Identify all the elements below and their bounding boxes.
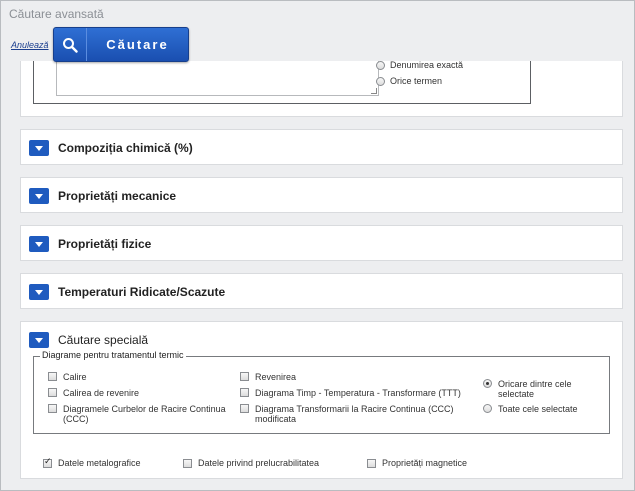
checkbox-control[interactable]	[183, 458, 192, 468]
page-title: Căutare avansată	[9, 7, 104, 21]
search-button[interactable]: Căutare	[53, 27, 189, 62]
expand-physical-properties-button[interactable]	[29, 236, 49, 252]
radio-any-term-control[interactable]	[376, 76, 385, 86]
expand-temperatures-button[interactable]	[29, 284, 49, 300]
checkbox-machinability[interactable]: Datele privind prelucrabilitatea	[183, 458, 319, 468]
checkbox-control[interactable]	[48, 388, 57, 397]
checkbox-hardening[interactable]: Calire	[48, 372, 87, 382]
checkbox-label: Diagramele Curbelor de Racire Continua (…	[63, 404, 226, 424]
radio-exact-name-control[interactable]	[376, 60, 385, 70]
checkbox-label: Calire	[63, 372, 87, 382]
resize-grip[interactable]	[371, 88, 377, 94]
checkbox-hardening-tempering[interactable]: Calirea de revenire	[48, 388, 139, 398]
checkbox-control[interactable]	[43, 457, 52, 468]
checkbox-control[interactable]	[240, 388, 249, 397]
checkbox-modified-ccc[interactable]: Diagrama Transformarii la Racire Continu…	[240, 404, 480, 424]
chevron-down-icon	[35, 145, 43, 151]
checkbox-label: Calirea de revenire	[63, 388, 140, 398]
radio-any-term-label: Orice termen	[390, 76, 443, 86]
expand-chemical-composition-button[interactable]	[29, 140, 49, 156]
chevron-down-icon	[35, 193, 43, 199]
checkbox-magnetic[interactable]: Proprietăți magnetice	[367, 458, 467, 468]
radio-control[interactable]	[483, 404, 492, 413]
radio-all-selected[interactable]: Toate cele selectate	[483, 404, 603, 414]
checkbox-ttt-diagram[interactable]: Diagrama Timp - Temperatura - Transforma…	[240, 388, 461, 398]
accordion-mechanical-properties: Proprietăți mecanice	[20, 177, 623, 213]
accordion-chemical-composition: Compoziția chimică (%)	[20, 129, 623, 165]
checkbox-label: Proprietăți magnetice	[382, 458, 468, 468]
checkbox-ccc-curves[interactable]: Diagramele Curbelor de Racire Continua (…	[48, 404, 228, 424]
search-icon	[54, 28, 87, 61]
radio-label: Toate cele selectate	[498, 404, 578, 414]
radio-any-selected[interactable]: Oricare dintre cele selectate	[483, 379, 603, 399]
special-search-title: Căutare specială	[58, 333, 149, 347]
expand-mechanical-properties-button[interactable]	[29, 188, 49, 204]
accordion-title: Compoziția chimică (%)	[58, 141, 193, 155]
search-button-label: Căutare	[106, 37, 169, 52]
accordion-temperatures: Temperaturi Ridicate/Scazute	[20, 273, 623, 309]
checkbox-control[interactable]	[367, 458, 376, 468]
checkbox-label: Datele privind prelucrabilitatea	[198, 458, 320, 468]
expand-special-search-button[interactable]	[29, 332, 49, 348]
checkbox-control[interactable]	[48, 372, 57, 381]
cancel-link[interactable]: Anulează	[11, 40, 49, 50]
checkbox-control[interactable]	[240, 404, 249, 413]
window-frame: Denumirea exactă Orice termen Căutare av…	[0, 0, 635, 491]
chevron-down-icon	[35, 289, 43, 295]
special-search-panel: Căutare specială Diagrame pentru tratame…	[20, 321, 623, 479]
checkbox-metallographic[interactable]: Datele metalografice	[43, 457, 141, 468]
fieldset-legend: Diagrame pentru tratamentul termic	[40, 350, 186, 360]
heat-treatment-fieldset: Diagrame pentru tratamentul termic Calir…	[33, 350, 610, 434]
accordion-title: Proprietăți mecanice	[58, 189, 177, 203]
accordion-title: Proprietăți fizice	[58, 237, 152, 251]
radio-exact-name[interactable]: Denumirea exactă	[376, 60, 463, 70]
checkbox-label: Revenirea	[255, 372, 297, 382]
chevron-down-icon	[35, 241, 43, 247]
accordion-physical-properties: Proprietăți fizice	[20, 225, 623, 261]
chevron-down-icon	[35, 337, 43, 343]
checkbox-tempering[interactable]: Revenirea	[240, 372, 296, 382]
radio-exact-name-label: Denumirea exactă	[390, 60, 464, 70]
checkbox-label: Diagrama Transformarii la Racire Continu…	[255, 404, 454, 424]
checkbox-label: Diagrama Timp - Temperatura - Transforma…	[255, 388, 461, 398]
radio-control[interactable]	[483, 379, 492, 388]
accordion-title: Temperaturi Ridicate/Scazute	[58, 285, 226, 299]
checkbox-control[interactable]	[48, 404, 57, 413]
radio-label: Oricare dintre cele selectate	[498, 379, 572, 399]
checkbox-label: Datele metalografice	[58, 458, 141, 468]
radio-any-term[interactable]: Orice termen	[376, 76, 442, 86]
checkbox-control[interactable]	[240, 372, 249, 381]
